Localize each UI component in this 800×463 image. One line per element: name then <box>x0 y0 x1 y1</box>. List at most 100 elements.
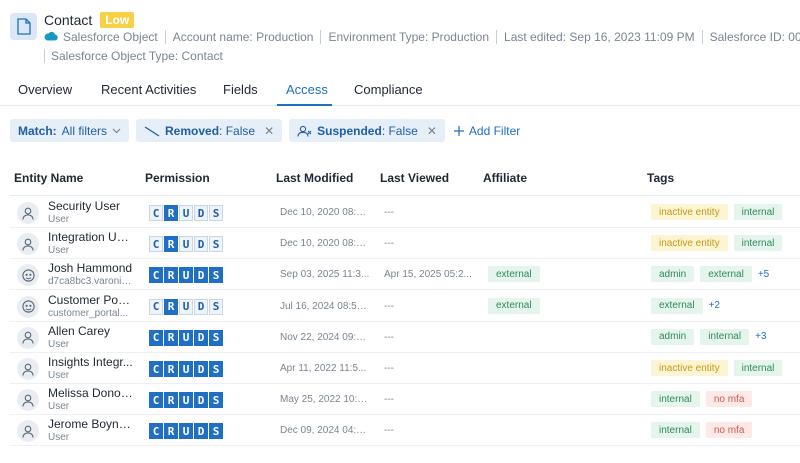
column-last-viewed[interactable]: Last Viewed <box>380 171 449 185</box>
tag-badge[interactable]: external <box>700 266 752 283</box>
tag-badge[interactable]: internal <box>733 235 783 252</box>
entity-name[interactable]: Allen Carey <box>48 324 133 338</box>
permission-r: R <box>164 236 178 253</box>
table-row[interactable]: Allen Carey User C R U D S Nov 22, 2024 09:4...… <box>10 322 800 353</box>
more-tags-link[interactable]: +5 <box>758 269 769 280</box>
tab-access[interactable]: Access <box>286 82 328 97</box>
column-last-modified[interactable]: Last Modified <box>276 171 353 185</box>
tag-badge[interactable]: no mfa <box>705 422 753 439</box>
entity-name[interactable]: Security User <box>48 199 133 213</box>
environment-type: Environment Type: Production <box>328 30 490 44</box>
more-tags-link[interactable]: +3 <box>755 331 766 342</box>
add-filter-button[interactable]: Add Filter <box>453 124 520 138</box>
permission-r: R <box>164 392 178 409</box>
more-tags-link[interactable]: +2 <box>709 300 720 311</box>
close-icon[interactable]: ✕ <box>427 124 437 138</box>
close-icon[interactable]: ✕ <box>264 124 274 138</box>
table-row[interactable]: Security User User C R U D S Dec 10, 2020 08:0.… <box>10 197 800 228</box>
column-tags[interactable]: Tags <box>647 171 674 185</box>
tab-compliance[interactable]: Compliance <box>354 82 423 97</box>
table-row[interactable]: Customer Port... customer_portal... C R U D S J… <box>10 291 800 322</box>
tags-cell: inactive entity internal <box>651 204 783 220</box>
permission-s: S <box>209 205 223 221</box>
suspended-filter-chip[interactable]: Suspended: False ✕ <box>289 119 445 142</box>
entity-name[interactable]: Integration User <box>48 230 133 244</box>
last-modified: Dec 09, 2024 04:2... <box>280 425 370 437</box>
permission-u: U <box>179 205 193 221</box>
last-modified: Sep 03, 2025 11:3... <box>280 269 370 281</box>
permission-u: U <box>179 236 193 253</box>
tag-badge[interactable]: no mfa <box>705 391 753 408</box>
last-viewed: --- <box>384 363 394 374</box>
salesforce-cloud-icon <box>44 30 58 44</box>
last-modified: Nov 22, 2024 09:4... <box>280 331 370 343</box>
tag-badge[interactable]: external <box>651 297 703 314</box>
column-entity-name[interactable]: Entity Name <box>14 171 83 185</box>
tag-badge[interactable]: internal <box>651 391 700 408</box>
tab-overview[interactable]: Overview <box>18 82 72 97</box>
metadata-line: Salesforce Object Account name: Producti… <box>44 30 800 44</box>
permission-badges: CRUDS <box>149 329 223 346</box>
tag-badge[interactable]: internal <box>733 204 783 220</box>
table-row[interactable]: Josh Hammond d7ca8bc3.varonis... C R U D S Sep … <box>10 259 800 291</box>
entity-name[interactable]: Insights Integr... <box>48 355 133 369</box>
tag-badge[interactable]: inactive entity <box>651 204 728 220</box>
external-user-icon <box>17 295 39 318</box>
tags-cell: inactive entity internal <box>651 235 783 252</box>
column-affiliate[interactable]: Affiliate <box>483 171 527 185</box>
permission-r: R <box>164 298 178 315</box>
tag-badge[interactable]: internal <box>733 360 783 376</box>
tags-cell: internal no mfa <box>651 391 753 408</box>
tag-badge[interactable]: admin <box>651 328 695 345</box>
entity-name[interactable]: Melissa Donovan <box>48 386 133 400</box>
divider <box>44 49 45 63</box>
match-filter-chip[interactable]: Match: All filters <box>10 119 130 142</box>
permission-badges: CRUDS <box>149 236 223 253</box>
tab-recent-activities[interactable]: Recent Activities <box>101 82 196 97</box>
document-icon <box>10 13 37 40</box>
tag-badge[interactable]: internal <box>651 422 700 439</box>
tag-badge[interactable]: admin <box>651 266 695 283</box>
permission-u: U <box>179 329 193 346</box>
permission-c: C <box>149 392 163 409</box>
table-row[interactable]: Melissa Donovan User C R U D S May 25, 2022 10:… <box>10 384 800 416</box>
last-viewed: --- <box>384 394 394 406</box>
entity-subtitle: User <box>48 370 70 381</box>
permission-s: S <box>209 423 223 440</box>
tag-badge[interactable]: inactive entity <box>651 360 728 376</box>
permission-u: U <box>179 361 193 377</box>
user-icon <box>17 389 39 412</box>
permission-c: C <box>149 205 163 221</box>
entity-subtitle: User <box>48 432 70 444</box>
salesforce-object-type: Salesforce Object Type: Contact <box>51 49 223 63</box>
permission-c: C <box>149 298 163 315</box>
last-viewed: --- <box>384 238 394 250</box>
column-permission[interactable]: Permission <box>145 171 210 185</box>
affiliate-badge: external <box>488 266 540 283</box>
user-icon <box>17 326 39 349</box>
permission-d: D <box>194 236 208 253</box>
removed-filter-chip[interactable]: Removed: False ✕ <box>136 119 283 142</box>
table-row[interactable]: Insights Integr... User C R U D S Apr 11, 2022 … <box>10 353 800 384</box>
permission-badges: CRUDS <box>149 361 223 377</box>
permission-d: D <box>194 205 208 221</box>
last-modified: Jul 16, 2024 08:56 ... <box>280 300 370 312</box>
last-edited: Last edited: Sep 16, 2023 11:09 PM <box>504 30 695 44</box>
permission-c: C <box>149 329 163 346</box>
tag-badge[interactable]: internal <box>700 328 750 345</box>
account-name: Account name: Production <box>172 30 314 44</box>
entity-name[interactable]: Jerome Boynton <box>48 417 133 431</box>
match-value: All filters <box>61 123 108 138</box>
user-icon <box>17 358 39 380</box>
table-row[interactable]: Integration User User C R U D S Dec 10, 2020 08… <box>10 228 800 260</box>
permission-badges: CRUDS <box>149 423 223 440</box>
entity-name[interactable]: Customer Port... <box>48 293 133 307</box>
permission-u: U <box>179 298 193 315</box>
tag-badge[interactable]: inactive entity <box>651 235 728 252</box>
last-viewed: --- <box>384 207 394 218</box>
permission-c: C <box>149 236 163 253</box>
table-row[interactable]: Jerome Boynton User C R U D S Dec 09, 2024 04:2… <box>10 415 800 447</box>
entity-subtitle: customer_portal... <box>48 307 129 319</box>
entity-name[interactable]: Josh Hammond <box>48 261 133 275</box>
tab-fields[interactable]: Fields <box>223 82 258 97</box>
